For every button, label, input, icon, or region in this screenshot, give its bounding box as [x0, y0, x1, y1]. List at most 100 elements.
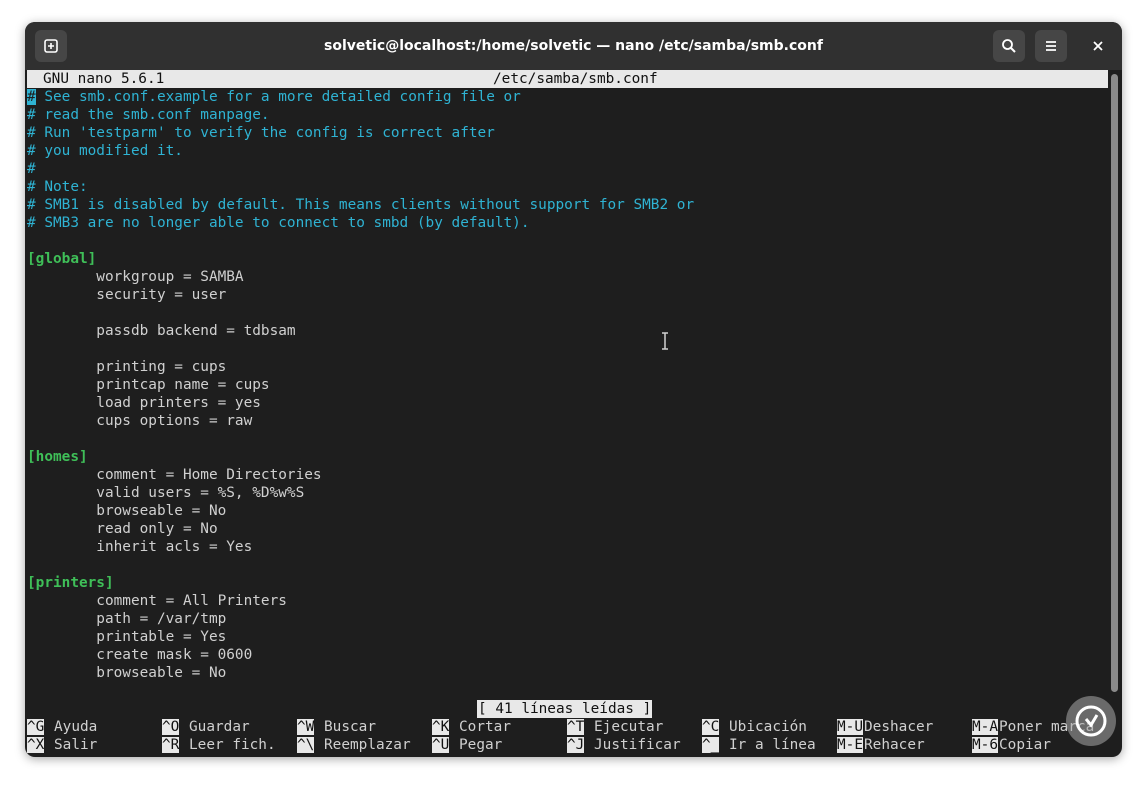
- shortcut-key: M-6: [972, 737, 998, 753]
- shortcut-key: ^U: [432, 737, 450, 753]
- shortcut-item[interactable]: M-A Poner marca: [972, 718, 1094, 736]
- shortcut-item[interactable]: ^\ Reemplazar: [297, 736, 411, 754]
- file-line[interactable]: browseable = No: [27, 502, 226, 520]
- shortcut-item[interactable]: ^X Salir: [27, 736, 97, 754]
- file-line[interactable]: read only = No: [27, 520, 218, 538]
- line-text: browseable = No: [27, 665, 227, 681]
- shortcut-key: ^R: [162, 737, 180, 753]
- shortcut-key: ^T: [567, 719, 585, 735]
- shortcut-key: ^O: [162, 719, 180, 735]
- close-button[interactable]: [1085, 33, 1111, 59]
- shortcut-label: Leer fich.: [189, 737, 276, 753]
- line-text: cups options = raw: [27, 413, 253, 429]
- file-line[interactable]: cups options = raw: [27, 412, 252, 430]
- file-line[interactable]: security = user: [27, 286, 226, 304]
- shortcut-key: ^W: [297, 719, 315, 735]
- shortcut-item[interactable]: ^R Leer fich.: [162, 736, 276, 754]
- shortcut-label: Cortar: [459, 719, 511, 735]
- terminal-window: solvetic@localhost:/home/solvetic — nano…: [25, 22, 1122, 757]
- new-tab-icon: [44, 39, 58, 53]
- line-text: See smb.conf.example for a more detailed…: [35, 89, 521, 105]
- file-line[interactable]: # Run 'testparm' to verify the config is…: [27, 124, 495, 142]
- file-line[interactable]: #: [27, 160, 36, 178]
- shortcut-label: Guardar: [189, 719, 250, 735]
- line-text: create mask = 0600: [27, 647, 253, 663]
- shortcut-item[interactable]: ^K Cortar: [432, 718, 511, 736]
- file-line[interactable]: path = /var/tmp: [27, 610, 226, 628]
- shortcut-label: Ayuda: [54, 719, 98, 735]
- file-line[interactable]: comment = Home Directories: [27, 466, 322, 484]
- shortcut-item[interactable]: ^G Ayuda: [27, 718, 97, 736]
- file-line[interactable]: load printers = yes: [27, 394, 261, 412]
- file-line[interactable]: inherit acls = Yes: [27, 538, 252, 556]
- shortcut-item[interactable]: ^W Buscar: [297, 718, 376, 736]
- shortcut-item[interactable]: ^U Pegar: [432, 736, 502, 754]
- line-text: [homes]: [27, 449, 88, 465]
- shortcut-item[interactable]: ^O Guardar: [162, 718, 250, 736]
- line-text: printable = Yes: [27, 629, 227, 645]
- terminal-area[interactable]: GNU nano 5.6.1 /etc/samba/smb.conf # See…: [27, 70, 1108, 755]
- shortcut-item[interactable]: M-U Deshacer: [837, 718, 933, 736]
- file-line[interactable]: # SMB3 are no longer able to connect to …: [27, 214, 530, 232]
- shortcut-label: Ir a línea: [729, 737, 816, 753]
- shortcut-item[interactable]: ^T Ejecutar: [567, 718, 663, 736]
- line-text: printcap name = cups: [27, 377, 270, 393]
- shortcut-item[interactable]: ^C Ubicación: [702, 718, 807, 736]
- title-bar: solvetic@localhost:/home/solvetic — nano…: [25, 22, 1122, 70]
- file-line[interactable]: # you modified it.: [27, 142, 183, 160]
- line-text: valid users = %S, %D%w%S: [27, 485, 305, 501]
- line-text: [printers]: [27, 575, 114, 591]
- file-line[interactable]: [global]: [27, 250, 96, 268]
- shortcut-item[interactable]: M-6 Copiar: [972, 736, 1051, 754]
- file-line[interactable]: # Note:: [27, 178, 88, 196]
- search-button[interactable]: [993, 30, 1025, 62]
- solvetic-logo-icon: [1075, 705, 1107, 737]
- file-line[interactable]: [homes]: [27, 448, 88, 466]
- file-line[interactable]: workgroup = SAMBA: [27, 268, 243, 286]
- shortcut-label: Ejecutar: [594, 719, 664, 735]
- file-line[interactable]: create mask = 0600: [27, 646, 252, 664]
- shortcut-label: Ubicación: [729, 719, 807, 735]
- file-line[interactable]: # SMB1 is disabled by default. This mean…: [27, 196, 694, 214]
- shortcut-item[interactable]: ^_ Ir a línea: [702, 736, 816, 754]
- line-text: comment = Home Directories: [27, 467, 322, 483]
- line-text: # you modified it.: [27, 143, 183, 159]
- file-line[interactable]: printable = Yes: [27, 628, 226, 646]
- logo-watermark: [1066, 696, 1116, 746]
- text-cursor-icon: [662, 332, 668, 350]
- file-line[interactable]: # read the smb.conf manpage.: [27, 106, 270, 124]
- shortcut-item[interactable]: M-E Rehacer: [837, 736, 925, 754]
- line-text: # read the smb.conf manpage.: [27, 107, 270, 123]
- shortcut-item[interactable]: ^J Justificar: [567, 736, 681, 754]
- line-text: path = /var/tmp: [27, 611, 227, 627]
- scrollbar[interactable]: [1111, 74, 1118, 692]
- menu-button[interactable]: [1035, 30, 1067, 62]
- shortcut-key: M-E: [837, 737, 863, 753]
- text-cursor: #: [27, 89, 36, 105]
- shortcut-label: Copiar: [999, 737, 1051, 753]
- file-line[interactable]: printing = cups: [27, 358, 226, 376]
- line-text: printing = cups: [27, 359, 227, 375]
- line-text: security = user: [27, 287, 227, 303]
- new-tab-button[interactable]: [35, 30, 67, 62]
- shortcut-key: ^G: [27, 719, 45, 735]
- file-line[interactable]: [printers]: [27, 574, 114, 592]
- file-line[interactable]: printcap name = cups: [27, 376, 270, 394]
- line-text: # SMB3 are no longer able to connect to …: [27, 215, 530, 231]
- line-text: [global]: [27, 251, 97, 267]
- search-icon: [1002, 39, 1016, 53]
- shortcut-key: ^X: [27, 737, 45, 753]
- window-title: solvetic@localhost:/home/solvetic — nano…: [324, 38, 823, 54]
- line-text: read only = No: [27, 521, 218, 537]
- line-text: inherit acls = Yes: [27, 539, 253, 555]
- file-line[interactable]: comment = All Printers: [27, 592, 287, 610]
- status-message: [ 41 líneas leídas ]: [477, 700, 653, 718]
- line-text: # Run 'testparm' to verify the config is…: [27, 125, 495, 141]
- shortcut-key: M-U: [837, 719, 863, 735]
- file-line[interactable]: # See smb.conf.example for a more detail…: [27, 88, 521, 106]
- file-line[interactable]: passdb backend = tdbsam: [27, 322, 295, 340]
- shortcut-key: ^_: [702, 737, 720, 753]
- file-line[interactable]: valid users = %S, %D%w%S: [27, 484, 304, 502]
- shortcut-key: ^J: [567, 737, 585, 753]
- file-line[interactable]: browseable = No: [27, 664, 226, 682]
